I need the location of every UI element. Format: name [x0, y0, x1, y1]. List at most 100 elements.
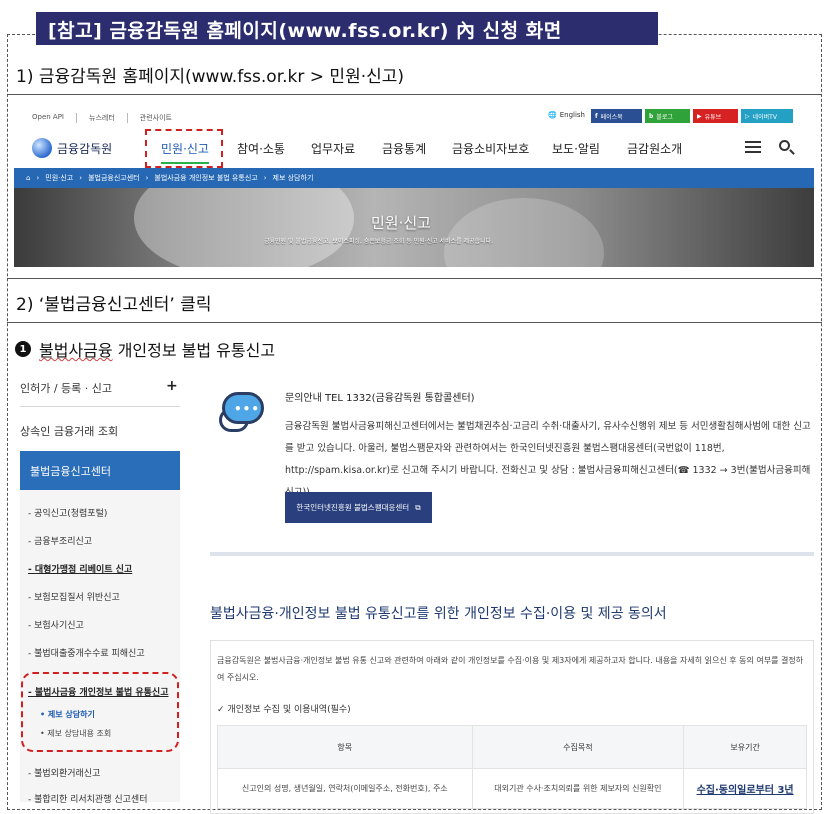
menu-materials[interactable]: 업무자료	[311, 140, 355, 157]
row-divider	[7, 278, 822, 279]
search-icon[interactable]	[779, 140, 790, 151]
breadcrumb-item-3[interactable]: 불법사금융 개인정보 불법 유통신고	[154, 173, 257, 183]
col-header-item: 항목	[217, 725, 473, 769]
social-links: f 페이스북 b 블로그 ▶ 유튜브 ▷ 네이버TV	[591, 109, 793, 123]
cell-item: 신고인의 성명, 생년월일, 연락처(이메일주소, 전화번호), 주소	[217, 768, 473, 809]
util-link-newsletter[interactable]: 뉴스레터	[76, 113, 115, 123]
lnav-sub-item[interactable]: - 불법대출중개수수료 피해신고	[28, 646, 145, 659]
consent-title: 불법사금융·개인정보 불법 유통신고를 위한 개인정보 수집·이용 및 제공 동…	[210, 606, 667, 622]
lnav-licensing[interactable]: 인허가 / 등록 · 신고	[20, 380, 112, 396]
globe-icon: 🌐	[548, 111, 557, 119]
utility-links: Open API 뉴스레터 관련사이트	[32, 113, 172, 123]
breadcrumb-sep: ›	[145, 174, 149, 182]
lnav-active-report-center[interactable]: 불법금융신고센터	[20, 451, 180, 490]
cell-retention: 수집·동의일로부터 3년	[683, 768, 807, 809]
lnav-sub-item[interactable]: - 공익신고(청렴포털)	[28, 506, 107, 519]
navertv-link[interactable]: ▷ 네이버TV	[741, 109, 793, 123]
banner-title: [참고] 금융감독원 홈페이지(www.fss.or.kr) 內 신청 화면	[36, 12, 658, 45]
col-header-purpose: 수집목적	[471, 725, 685, 769]
check-circle-icon: ✓	[217, 705, 225, 715]
lnav-sub-item[interactable]: - 금융부조리신고	[28, 534, 92, 547]
hamburger-icon[interactable]	[745, 141, 761, 153]
breadcrumb-sep: ›	[36, 174, 40, 182]
lnav-sub-item[interactable]: - 불법외환거래신고	[28, 766, 100, 779]
table-row: 신고인의 성명, 생년월일, 연락처(이메일주소, 전화번호), 주소 대외기관…	[217, 768, 807, 809]
info-body: 금융감독원 불법사금융피해신고센터에서는 불법채권추심·고금리 수취·대출사기,…	[285, 421, 811, 498]
lnav-divider	[20, 406, 180, 407]
bullet-text-rest: 개인정보 불법 유통신고	[112, 341, 276, 360]
fss-website-header: Open API 뉴스레터 관련사이트 🌐 English f 페이스북 b 블로그…	[14, 100, 814, 267]
col-header-retention: 보유기간	[683, 725, 807, 769]
plus-icon[interactable]: +	[166, 378, 178, 394]
menu-press[interactable]: 보도·알림	[552, 140, 600, 157]
facebook-label: 페이스북	[600, 113, 623, 121]
lnav-sub-item[interactable]: - 불합리한 리서치관행 신고센터	[28, 792, 147, 805]
external-link-icon: ⧉	[415, 502, 421, 512]
fss-logo-text: 금융감독원	[57, 141, 113, 156]
youtube-icon: ▶	[697, 112, 702, 120]
util-link-openapi[interactable]: Open API	[32, 113, 64, 123]
hero-decor	[134, 188, 354, 267]
section-divider	[210, 552, 814, 556]
lnav-sub-label: 금융부조리신고	[34, 537, 93, 547]
menu-statistics[interactable]: 금융통계	[382, 140, 426, 157]
step1-text: 1) 금융감독원 홈페이지(www.fss.or.kr > 민원·신고)	[16, 67, 405, 87]
blog-link[interactable]: b 블로그	[645, 109, 690, 123]
lnav-sub-label: 불법외환거래신고	[34, 769, 101, 779]
spam-center-label: 한국인터넷진흥원 불법스팸대응센터	[296, 503, 410, 512]
lnav-sub-label: 보험사기신고	[34, 621, 84, 631]
breadcrumb-sep: ›	[79, 174, 83, 182]
breadcrumb-item-4[interactable]: 제보 상담하기	[273, 173, 314, 183]
navertv-icon: ▷	[745, 112, 750, 120]
menu-highlight-box	[145, 129, 223, 168]
breadcrumb-sep: ›	[263, 174, 267, 182]
navertv-label: 네이버TV	[752, 113, 777, 121]
lnav-sub-item[interactable]: - 보험사기신고	[28, 618, 84, 631]
collection-heading-label: 개인정보 수집 및 이용내역(필수)	[227, 705, 351, 715]
language-label: English	[559, 111, 585, 119]
section-bullet: 1 불법사금융 개인정보 불법 유통신고	[15, 337, 275, 361]
lnav-sub-item[interactable]: - 보험모집질서 위반신고	[28, 590, 120, 603]
step2-text: 2) ‘불법금융신고센터’ 클릭	[16, 295, 212, 315]
blog-label: 블로그	[656, 113, 673, 121]
bullet-number: 1	[15, 341, 31, 357]
menu-about[interactable]: 금감원소개	[627, 140, 682, 157]
facebook-link[interactable]: f 페이스북	[591, 109, 642, 123]
home-icon[interactable]: ⌂	[26, 174, 30, 182]
facebook-icon: f	[595, 112, 598, 120]
info-title: 문의안내 TEL 1332(금융감독원 통합콜센터)	[285, 393, 475, 404]
youtube-label: 유튜브	[704, 113, 722, 121]
bullet-text-main: 불법사금융	[39, 341, 113, 360]
lnav-sub-label: 대형가맹점 리베이트 신고	[34, 565, 133, 575]
youtube-link[interactable]: ▶ 유튜브	[693, 109, 738, 123]
breadcrumb: ⌂ › 민원·신고 › 불법금융신고센터 › 불법사금융 개인정보 불법 유통신…	[14, 168, 814, 188]
menu-consumer[interactable]: 금융소비자보호	[452, 140, 529, 157]
lnav-inheritance[interactable]: 상속인 금융거래 조회	[20, 423, 118, 439]
collection-heading: ✓ 개인정보 수집 및 이용내역(필수)	[217, 702, 351, 715]
hero-banner: 민원·신고 금융민원 및 불법금융신고, 보이스피싱, 숨은보험금 조회 등 민…	[14, 188, 814, 267]
hero-decor	[444, 198, 604, 267]
fss-logo[interactable]: 금융감독원	[32, 138, 112, 158]
lnav-highlight-box	[21, 672, 179, 752]
bullet-text: 불법사금융 개인정보 불법 유통신고	[39, 337, 275, 361]
consent-description: 금융감독원은 불법사금융·개인정보 불법 유통 신고와 관련하여 아래와 같이 …	[217, 656, 804, 682]
language-switch[interactable]: 🌐 English	[548, 111, 585, 119]
row-divider	[7, 94, 822, 95]
lnav-sub-label: 공익신고(청렴포털)	[34, 509, 108, 519]
menu-participation[interactable]: 참여·소통	[237, 140, 285, 157]
row-divider	[7, 322, 822, 323]
lnav-sub-label: 보험모집질서 위반신고	[34, 593, 120, 603]
spam-center-button[interactable]: 한국인터넷진흥원 불법스팸대응센터 ⧉	[285, 492, 432, 523]
consent-table: 항목 수집목적 보유기간 신고인의 성명, 생년월일, 연락처(이메일주소, 전…	[217, 725, 807, 809]
lnav-sub-label: 불합리한 리서치관행 신고센터	[34, 795, 148, 805]
chat-dots-icon: •••	[234, 402, 261, 416]
table-header-row: 항목 수집목적 보유기간	[217, 725, 807, 769]
breadcrumb-item-1[interactable]: 민원·신고	[45, 173, 73, 183]
breadcrumb-item-2[interactable]: 불법금융신고센터	[88, 173, 140, 183]
util-link-related[interactable]: 관련사이트	[126, 113, 172, 123]
cell-purpose: 대외기관 수사·조치의뢰를 위한 제보자의 신원확인	[471, 768, 685, 809]
lnav-sub-item[interactable]: - 대형가맹점 리베이트 신고	[28, 562, 132, 575]
hero-title: 민원·신고	[371, 214, 431, 232]
fss-logo-icon	[32, 138, 52, 158]
blog-icon: b	[649, 112, 654, 120]
